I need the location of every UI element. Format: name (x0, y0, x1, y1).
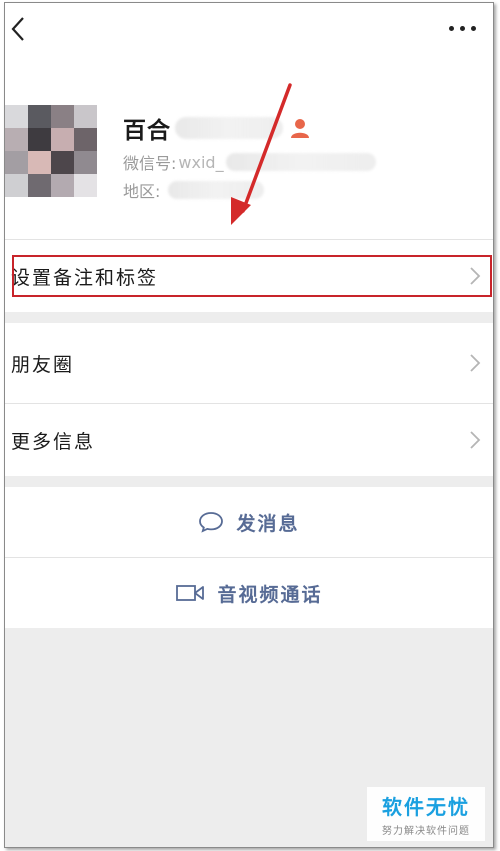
more-dots-icon (449, 26, 454, 31)
avatar-tile (51, 151, 74, 174)
remark-tags-label: 设置备注和标签 (11, 266, 159, 289)
watermark: 软件无忧 努力解决软件问题 (367, 787, 485, 841)
region-row: 地区: (123, 179, 265, 201)
avatar-tile (5, 105, 28, 128)
wechat-id-value: wxid_ (178, 152, 224, 172)
avatar-tile (28, 174, 51, 197)
avatar-tile (5, 128, 28, 151)
avatar-tile (28, 151, 51, 174)
redacted-wechat-id (225, 153, 376, 171)
chevron-right-icon (470, 267, 481, 285)
av-call-button[interactable]: 音视频通话 (5, 558, 493, 628)
redacted-region (168, 181, 265, 199)
moments-label: 朋友圈 (11, 353, 75, 376)
more-info-row[interactable]: 更多信息 (5, 404, 493, 476)
wechat-id-row: 微信号: wxid_ (123, 151, 376, 173)
more-dot (460, 26, 465, 31)
av-call-label: 音视频通话 (217, 583, 323, 606)
redacted-name (175, 117, 283, 139)
more-options-button[interactable] (447, 17, 479, 37)
watermark-brand: 软件无忧 (382, 795, 470, 819)
avatar-tile (5, 151, 28, 174)
person-icon (291, 119, 309, 138)
more-info-label: 更多信息 (11, 430, 96, 453)
profile-card: 百合 微信号: wxid_ 地区: (5, 3, 493, 239)
avatar-tile (5, 174, 28, 197)
avatar-tile (51, 105, 74, 128)
avatar[interactable] (5, 105, 97, 197)
video-camera-icon (176, 585, 205, 601)
avatar-tile (51, 174, 74, 197)
avatar-tile (74, 128, 97, 151)
chat-bubble-icon (199, 512, 224, 533)
avatar-tile (74, 105, 97, 128)
send-message-button[interactable]: 发消息 (5, 487, 493, 557)
send-message-label: 发消息 (236, 512, 300, 535)
chevron-right-icon (470, 354, 481, 372)
wechat-id-label: 微信号: (123, 154, 177, 173)
screen-frame: 百合 微信号: wxid_ 地区: 设置备注和标签 朋友圈 更多信息 发消息 音… (4, 2, 494, 848)
back-icon[interactable] (7, 13, 31, 45)
avatar-tile (28, 105, 51, 128)
name-row: 百合 (123, 111, 311, 145)
remark-tags-row[interactable]: 设置备注和标签 (5, 240, 493, 312)
avatar-tile (74, 174, 97, 197)
watermark-slogan: 努力解决软件问题 (382, 826, 470, 837)
chevron-right-icon (470, 431, 481, 449)
region-label: 地区: (123, 182, 161, 201)
nickname: 百合 (123, 117, 171, 144)
avatar-tile (51, 128, 74, 151)
moments-row[interactable]: 朋友圈 (5, 323, 493, 403)
avatar-tile (28, 128, 51, 151)
avatar-tile (74, 151, 97, 174)
more-dot (471, 26, 476, 31)
